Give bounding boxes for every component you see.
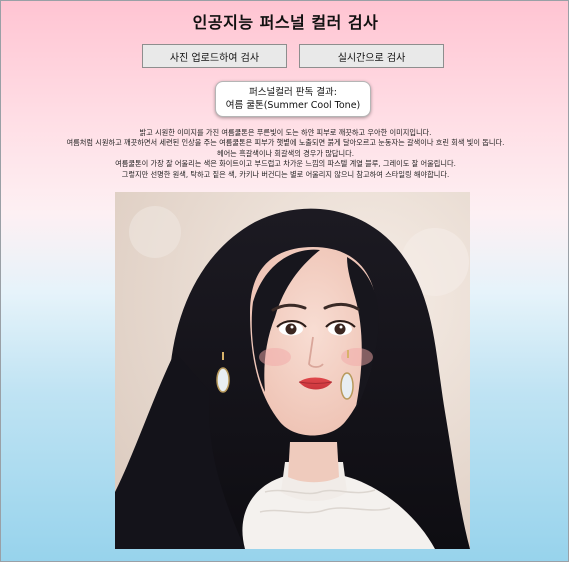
portrait-image [115, 192, 470, 549]
live-check-button[interactable]: 실시간으로 검사 [299, 44, 444, 68]
description-line: 그렇지만 선명한 원색, 탁하고 짙은 색, 카키나 버건디는 별로 어울리지 … [121, 169, 450, 179]
portrait-photo [115, 192, 470, 549]
result-value: 여름 쿨톤(Summer Cool Tone) [225, 100, 361, 111]
description: 밝고 시원한 이미지를 가진 여름쿨톤은 푸른빛이 도는 하얀 피부로 깨끗하고… [1, 128, 569, 180]
result-box: 퍼스널컬러 판독 결과: 여름 쿨톤(Summer Cool Tone) [215, 81, 371, 117]
page-title: 인공지능 퍼스널 컬러 검사 [192, 13, 379, 32]
description-line: 헤어는 흑갈색이나 회갈색의 경우가 많답니다. [216, 148, 355, 158]
result-heading: 퍼스널컬러 판독 결과: [249, 87, 337, 98]
upload-photo-button[interactable]: 사진 업로드하여 검사 [142, 44, 287, 68]
description-line: 밝고 시원한 이미지를 가진 여름쿨톤은 푸른빛이 도는 하얀 피부로 깨끗하고… [139, 128, 432, 137]
description-line: 여름처럼 시원하고 깨끗하면서 세련된 인상을 주는 여름쿨톤은 피부가 햇볕에… [66, 138, 505, 148]
description-line: 여름쿨톤이 가장 잘 어울리는 색은 화이트이고 부드럽고 차가운 느낌의 파스… [115, 159, 456, 169]
